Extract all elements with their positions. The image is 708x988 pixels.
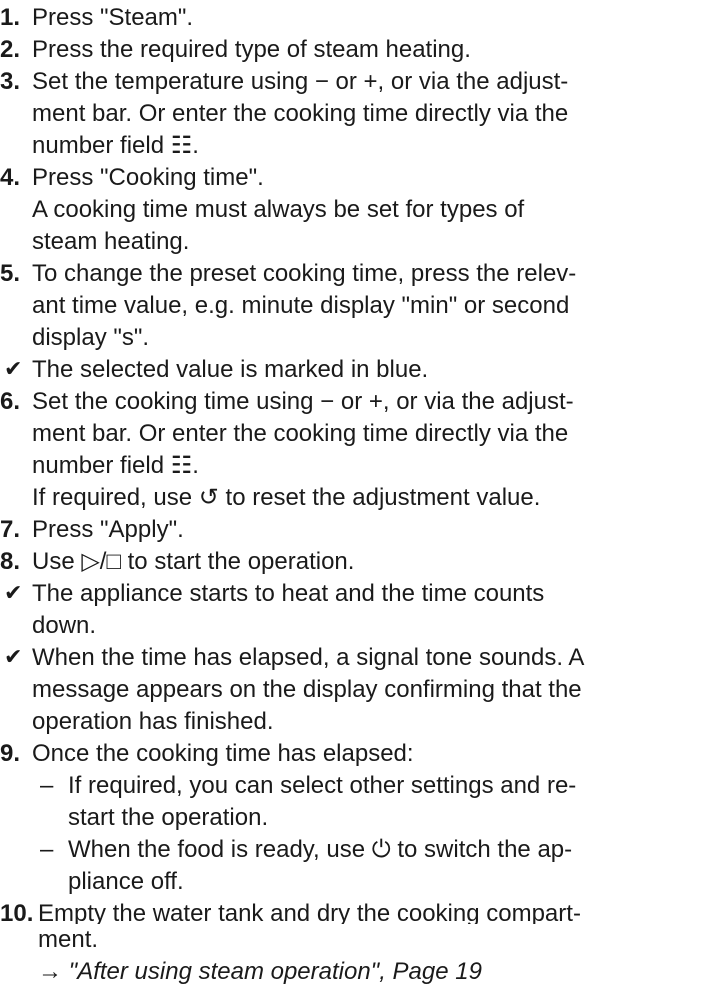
step-10: 10. Empty the water tank and dry the coo… [0, 898, 708, 924]
step-text-line: Press "Cooking time". [32, 164, 264, 191]
step-text: Press "Apply". [32, 516, 184, 543]
step-number: 8. [0, 548, 21, 575]
step-text-line: number field ☷. [32, 452, 199, 479]
below-fold-content: ment. → "After using steam operation", P… [0, 924, 708, 988]
step-text-line: To change the preset cooking time, press… [32, 260, 577, 287]
step-number: 1. [0, 4, 21, 31]
result-text: The selected value is marked in blue. [32, 356, 429, 383]
step-text: Use ▷/□ to start the operation. [32, 548, 355, 575]
step-text-line: Set the cooking time using − or +, or vi… [32, 388, 574, 415]
step-number: 5. [0, 260, 21, 287]
step-number: 3. [0, 68, 21, 95]
dash-bullet: – [40, 772, 54, 799]
step-text-line: display "s". [32, 324, 150, 351]
step-text-line: number field ☷. [32, 132, 199, 159]
checkmark-icon: ✔ [4, 357, 23, 382]
step-number: 7. [0, 516, 21, 543]
substep-text-line: When the food is ready, use ⏻ to switch … [68, 836, 573, 863]
step-number: 2. [0, 36, 21, 63]
checkmark-icon: ✔ [4, 645, 23, 670]
step-note-line: If required, use ↺ to reset the adjustme… [32, 484, 541, 511]
result-text-line: When the time has elapsed, a signal tone… [32, 644, 585, 671]
step-text: Press the required type of steam heating… [32, 36, 471, 63]
dash-bullet: – [40, 836, 54, 863]
substep-text-line: start the operation. [68, 804, 269, 831]
step-text: Once the cooking time has elapsed: [32, 740, 414, 767]
page-reference-link[interactable]: → "After using steam operation", Page 19 [0, 956, 708, 988]
step-number: 9. [0, 740, 21, 767]
result-text-line: message appears on the display confirmin… [32, 676, 582, 703]
checkmark-icon: ✔ [4, 581, 23, 606]
step-text-line: Set the temperature using − or +, or via… [32, 68, 569, 95]
result-text-line: The appliance starts to heat and the tim… [32, 580, 545, 607]
step-text-line: ant time value, e.g. minute display "min… [32, 292, 570, 319]
result-text-line: down. [32, 612, 97, 639]
result-text-line: operation has finished. [32, 708, 274, 735]
step-number: 6. [0, 388, 21, 415]
step-text-line: Empty the water tank and dry the cooking… [38, 900, 581, 924]
step-text: Press "Steam". [32, 4, 194, 31]
substep-text-line: pliance off. [68, 868, 184, 895]
step-text-line: ment bar. Or enter the cooking time dire… [32, 420, 569, 447]
step-note-line: A cooking time must always be set for ty… [32, 196, 525, 223]
step-text-line: ment bar. Or enter the cooking time dire… [32, 100, 569, 127]
step-text-line: ment. [38, 926, 99, 953]
step-number: 10. [0, 900, 34, 924]
substep-text-line: If required, you can select other settin… [68, 772, 577, 799]
step-note-line: steam heating. [32, 228, 190, 255]
step-number: 4. [0, 164, 21, 191]
